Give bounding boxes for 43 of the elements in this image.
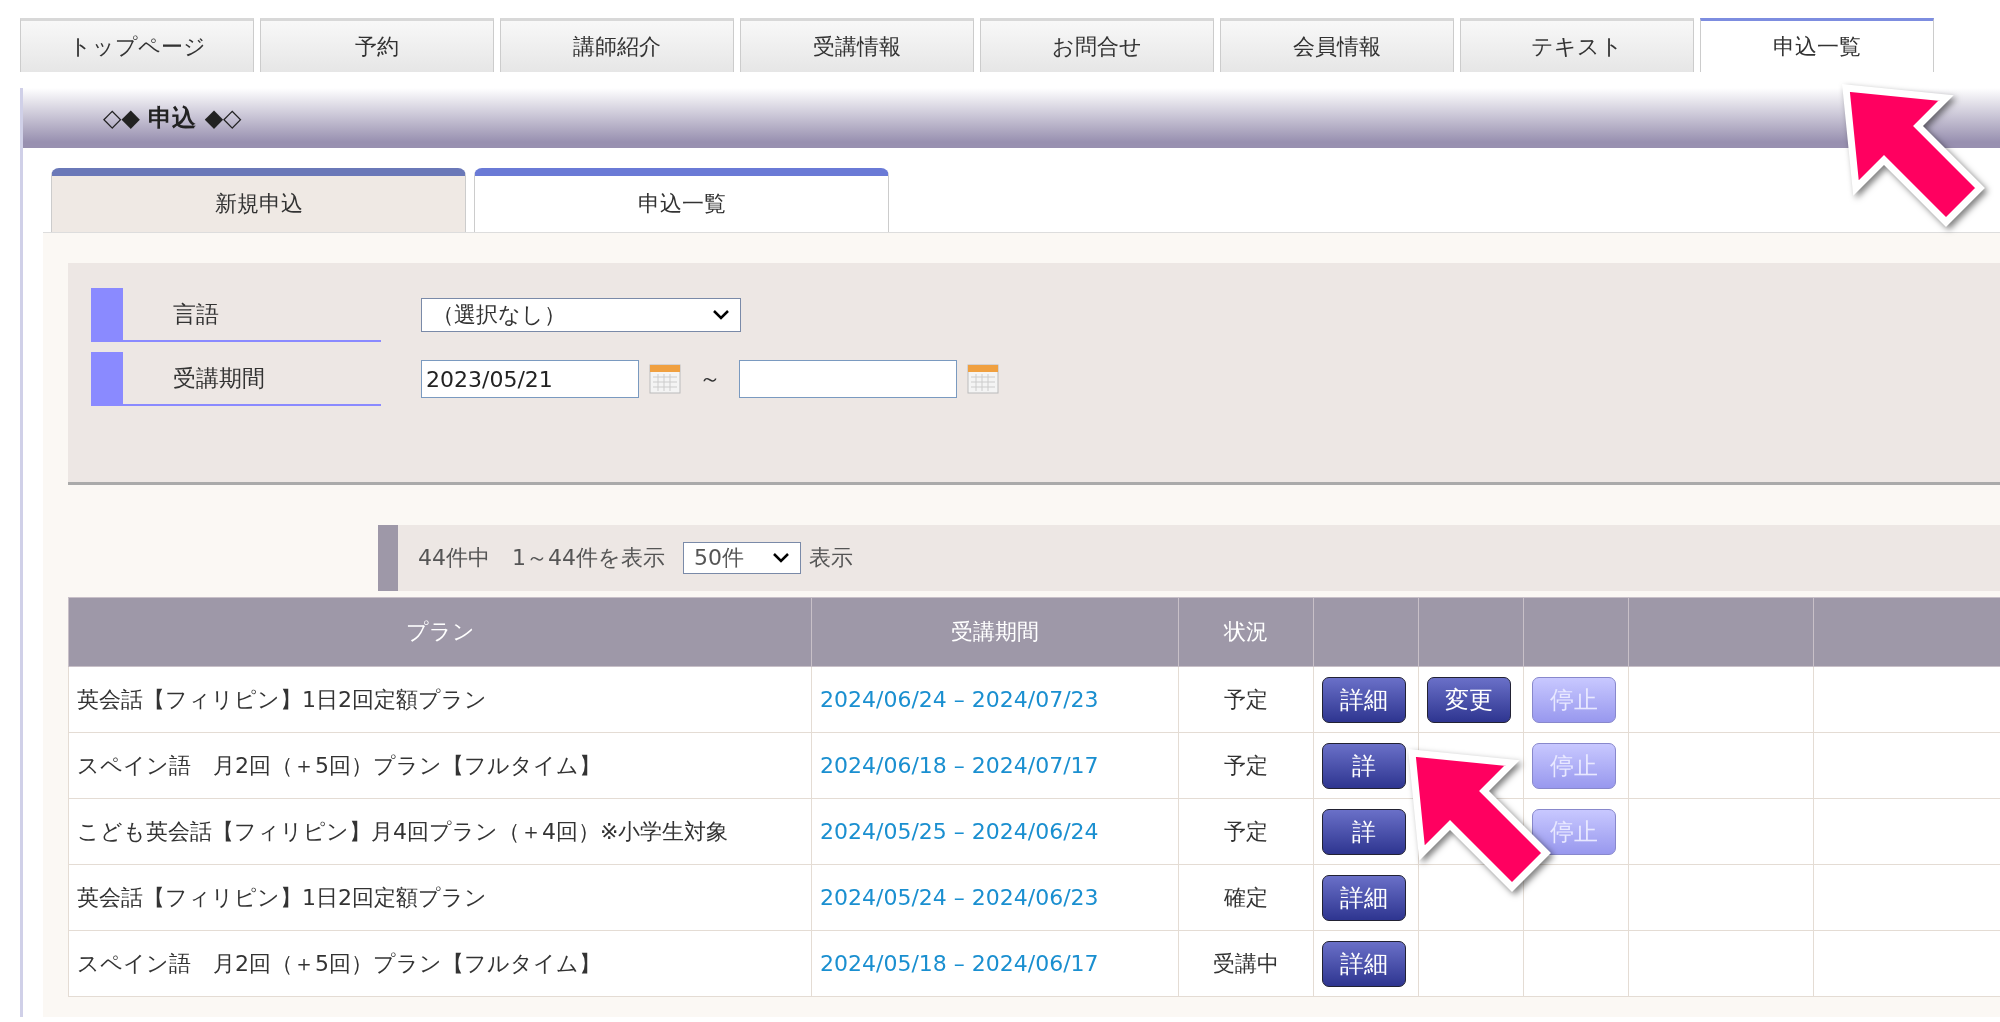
table-cell: 英会話【フィリピン】1日2回定額プラン [68,666,812,733]
nav-tab[interactable]: テキスト [1460,18,1694,72]
chevron-icon [712,309,730,321]
sub-tab[interactable]: 申込一覧 [474,168,889,232]
detail-button[interactable]: 詳細 [1322,676,1406,723]
language-select[interactable]: （選択なし） [421,298,741,332]
table-cell: 英会話【フィリピン】1日2回定額プラン [68,864,812,931]
chevron-icon [772,552,790,564]
nav-tab[interactable]: 申込一覧 [1700,18,1934,72]
nav-tab[interactable]: 会員情報 [1220,18,1454,72]
column-header: 受講期間 [811,597,1179,667]
sub-tab[interactable]: 新規申込 [51,168,466,232]
detail-button[interactable]: 詳 [1322,742,1406,789]
detail-button[interactable]: 詳 [1322,808,1406,855]
pager-label: 表示 [809,544,853,572]
result-count: 44件中 1～44件を表示 [418,544,665,572]
table-cell: 予定 [1178,666,1314,733]
calendar-icon[interactable] [649,364,681,394]
nav-tab[interactable]: トップページ [20,18,254,72]
section-title: ◇◆ 申込 ◆◇ [103,103,242,134]
table-cell: こども英会話【フィリピン】月4回プラン（＋4回）※小学生対象 [68,798,812,865]
field-label: 言語 [91,288,381,342]
detail-button[interactable]: 詳細 [1322,940,1406,987]
date-field[interactable] [739,360,957,398]
column-header: プラン [68,597,812,667]
detail-button[interactable]: 詳細 [1322,874,1406,921]
nav-tab[interactable]: 予約 [260,18,494,72]
date-field[interactable]: 2023/05/21 [421,360,639,398]
table-cell: スペイン語 月2回（＋5回）プラン【フルタイム】 [68,732,812,799]
table-cell: 予定 [1178,732,1314,799]
table-cell: 予定 [1178,798,1314,865]
change-button[interactable]: 変更 [1427,676,1511,723]
nav-tab[interactable]: 受講情報 [740,18,974,72]
column-header: 状況 [1178,597,1314,667]
table-cell: 確定 [1178,864,1314,931]
calendar-icon[interactable] [967,364,999,394]
page-size-select[interactable]: 50件 [683,542,801,574]
table-cell: 受講中 [1178,930,1314,997]
range-separator: ～ [699,365,721,393]
table-cell: スペイン語 月2回（＋5回）プラン【フルタイム】 [68,930,812,997]
field-label: 受講期間 [91,352,381,406]
nav-tab[interactable]: お問合せ [980,18,1214,72]
nav-tab[interactable]: 講師紹介 [500,18,734,72]
